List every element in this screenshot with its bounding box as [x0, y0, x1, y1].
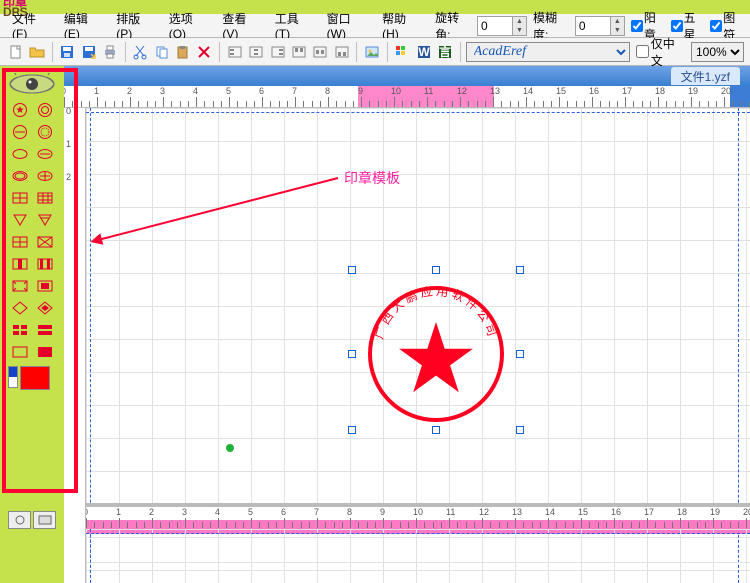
ruler-horizontal: 0123456789101112131415161718192021 [64, 86, 750, 108]
align-top-icon[interactable] [289, 42, 308, 62]
spin-up-icon[interactable]: ▲ [610, 17, 624, 26]
save-icon[interactable] [58, 42, 77, 62]
saveas-icon[interactable] [79, 42, 98, 62]
stamp-diamond-fill-icon[interactable] [33, 298, 56, 318]
fill-color-swatch[interactable] [20, 366, 50, 390]
align-right-icon[interactable] [268, 42, 287, 62]
annotation-label: 印章模板 [344, 168, 400, 188]
paste-icon[interactable] [173, 42, 192, 62]
svg-text:W: W [418, 45, 430, 59]
tab-file1[interactable]: 文件1.yzf [671, 67, 740, 85]
new-icon[interactable] [6, 42, 25, 62]
sel-handle-ne[interactable] [516, 266, 524, 274]
thumb-stamp-icon[interactable] [8, 511, 31, 529]
sel-handle-s[interactable] [432, 426, 440, 434]
align-middle-icon[interactable] [311, 42, 330, 62]
spin-up-icon[interactable]: ▲ [512, 17, 526, 26]
sel-handle-nw[interactable] [348, 266, 356, 274]
stamp-rect-cross-icon[interactable] [8, 232, 31, 252]
stamp-invtri-line-icon[interactable] [33, 210, 56, 230]
spin-down-icon[interactable]: ▼ [512, 26, 526, 35]
stamp-ellipse-dbl-icon[interactable] [8, 166, 31, 186]
blur-spinner[interactable]: ▲▼ [575, 16, 625, 36]
stamp-notch-icon[interactable] [8, 276, 31, 296]
stamp-invtri-icon[interactable] [8, 210, 31, 230]
margin-top [86, 112, 750, 113]
stamp-table-icon[interactable] [33, 188, 56, 208]
font-selector[interactable]: AcadEref [466, 42, 630, 62]
stamp-rect-v-icon[interactable] [8, 254, 31, 274]
ruler-vertical: 012 [64, 108, 86, 583]
ruler-horizontal-2: 0123456789101112131415161718192021 [86, 507, 750, 529]
chk-chinese-only[interactable]: 仅中文 [636, 35, 685, 69]
zoom-selector[interactable]: 100% [691, 42, 744, 62]
svg-text:言: 言 [439, 44, 451, 59]
stamp-circle-line-icon[interactable] [8, 122, 31, 142]
align-left-icon[interactable] [225, 42, 244, 62]
stamp-ellipse-icon[interactable] [8, 144, 31, 164]
sel-handle-se[interactable] [516, 426, 524, 434]
sel-handle-w[interactable] [348, 350, 356, 358]
open-icon[interactable] [27, 42, 46, 62]
sel-handle-sw[interactable] [348, 426, 356, 434]
thumb-preview-icon[interactable] [33, 511, 56, 529]
stamp-rect-diag-icon[interactable] [33, 232, 56, 252]
palette-icon[interactable] [393, 42, 412, 62]
sel-handle-e[interactable] [516, 350, 524, 358]
canvas-2[interactable] [86, 529, 750, 583]
blur-input[interactable] [576, 17, 610, 35]
stamp-object[interactable]: 广西大鹏应用软件公司 [358, 276, 514, 432]
stamp-rect-sm-icon[interactable] [33, 276, 56, 296]
toolbar: W 言 AcadEref 仅中文 100% [0, 38, 750, 66]
rotate-input[interactable] [478, 17, 512, 35]
text-icon[interactable]: 言 [435, 42, 454, 62]
drawing-area: 文件1.yzf 01234567891011121314151617181920… [64, 66, 750, 583]
stamp-circle-solid-icon[interactable] [33, 100, 56, 120]
cut-icon[interactable] [131, 42, 150, 62]
stamp-ellipse-text-icon[interactable] [33, 144, 56, 164]
stamp-circle-star-icon[interactable] [8, 100, 31, 120]
stamp-rect-fill-icon[interactable] [33, 342, 56, 362]
grid-2 [86, 529, 750, 583]
stamp-ellipse-hatch-icon[interactable] [33, 166, 56, 186]
rotate-handle[interactable] [226, 444, 234, 452]
sel-handle-n[interactable] [432, 266, 440, 274]
document-tabs: 文件1.yzf [64, 66, 750, 86]
copy-icon[interactable] [152, 42, 171, 62]
margin-left-2 [90, 529, 91, 583]
word-icon[interactable]: W [414, 42, 433, 62]
spin-down-icon[interactable]: ▼ [610, 26, 624, 35]
stamp-diamond-icon[interactable] [8, 298, 31, 318]
stamp-circle-dots-icon[interactable] [33, 122, 56, 142]
image-icon[interactable] [362, 42, 381, 62]
margin-top-2 [86, 533, 750, 534]
eye-icon [3, 72, 61, 96]
stroke-color-swatch[interactable] [8, 366, 18, 388]
align-bottom-icon[interactable] [332, 42, 351, 62]
print-icon[interactable] [100, 42, 119, 62]
stamp-grid-icon[interactable] [8, 188, 31, 208]
stamp-rect-plain-icon[interactable] [8, 342, 31, 362]
stamp-rect-quad-icon[interactable] [8, 320, 31, 340]
stamp-rect-h-icon[interactable] [33, 320, 56, 340]
stamp-rect-vv-icon[interactable] [33, 254, 56, 274]
delete-icon[interactable] [195, 42, 214, 62]
stamp-palette [0, 66, 64, 583]
align-center-icon[interactable] [247, 42, 266, 62]
rotate-spinner[interactable]: ▲▼ [477, 16, 527, 36]
color-swatches [0, 362, 64, 394]
